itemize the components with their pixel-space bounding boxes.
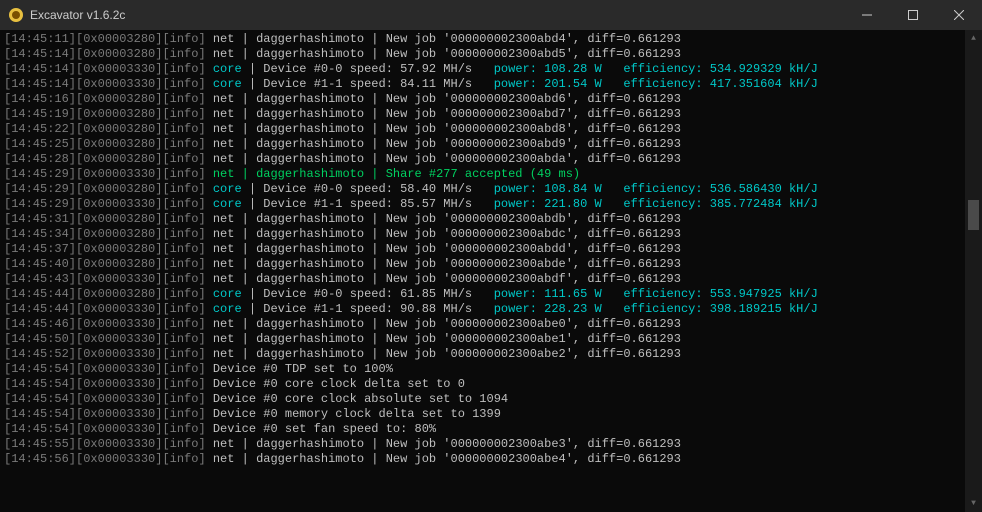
log-line: [14:45:54][0x00003330][info] Device #0 c…	[4, 377, 961, 392]
log-line: [14:45:50][0x00003330][info] net | dagge…	[4, 332, 961, 347]
app-window: Excavator v1.6.2c [14:45:11][0x00003280]…	[0, 0, 982, 512]
scroll-down-button[interactable]: ▼	[965, 495, 982, 512]
log-line: [14:45:54][0x00003330][info] Device #0 c…	[4, 392, 961, 407]
scroll-up-button[interactable]: ▲	[965, 30, 982, 47]
log-line: [14:45:14][0x00003330][info] core | Devi…	[4, 77, 961, 92]
log-line: [14:45:40][0x00003280][info] net | dagge…	[4, 257, 961, 272]
log-line: [14:45:31][0x00003280][info] net | dagge…	[4, 212, 961, 227]
close-button[interactable]	[936, 0, 982, 30]
minimize-button[interactable]	[844, 0, 890, 30]
log-line: [14:45:14][0x00003330][info] core | Devi…	[4, 62, 961, 77]
log-line: [14:45:28][0x00003280][info] net | dagge…	[4, 152, 961, 167]
window-buttons	[844, 0, 982, 30]
log-line: [14:45:56][0x00003330][info] net | dagge…	[4, 452, 961, 467]
log-line: [14:45:34][0x00003280][info] net | dagge…	[4, 227, 961, 242]
log-line: [14:45:19][0x00003280][info] net | dagge…	[4, 107, 961, 122]
log-line: [14:45:29][0x00003280][info] core | Devi…	[4, 182, 961, 197]
log-line: [14:45:22][0x00003280][info] net | dagge…	[4, 122, 961, 137]
app-icon	[8, 7, 24, 23]
scrollbar-thumb[interactable]	[968, 200, 979, 230]
log-line: [14:45:16][0x00003280][info] net | dagge…	[4, 92, 961, 107]
log-line: [14:45:43][0x00003330][info] net | dagge…	[4, 272, 961, 287]
log-line: [14:45:44][0x00003280][info] core | Devi…	[4, 287, 961, 302]
log-output[interactable]: [14:45:11][0x00003280][info] net | dagge…	[0, 30, 965, 512]
log-line: [14:45:25][0x00003280][info] net | dagge…	[4, 137, 961, 152]
log-line: [14:45:52][0x00003330][info] net | dagge…	[4, 347, 961, 362]
log-line: [14:45:55][0x00003330][info] net | dagge…	[4, 437, 961, 452]
log-line: [14:45:37][0x00003280][info] net | dagge…	[4, 242, 961, 257]
log-line: [14:45:29][0x00003330][info] net | dagge…	[4, 167, 961, 182]
titlebar[interactable]: Excavator v1.6.2c	[0, 0, 982, 30]
log-line: [14:45:11][0x00003280][info] net | dagge…	[4, 32, 961, 47]
log-line: [14:45:54][0x00003330][info] Device #0 s…	[4, 422, 961, 437]
maximize-button[interactable]	[890, 0, 936, 30]
log-line: [14:45:46][0x00003330][info] net | dagge…	[4, 317, 961, 332]
log-line: [14:45:54][0x00003330][info] Device #0 T…	[4, 362, 961, 377]
window-title: Excavator v1.6.2c	[30, 8, 125, 23]
log-line: [14:45:14][0x00003280][info] net | dagge…	[4, 47, 961, 62]
titlebar-left: Excavator v1.6.2c	[8, 7, 125, 23]
log-line: [14:45:54][0x00003330][info] Device #0 m…	[4, 407, 961, 422]
log-line: [14:45:29][0x00003330][info] core | Devi…	[4, 197, 961, 212]
window-body: [14:45:11][0x00003280][info] net | dagge…	[0, 30, 982, 512]
vertical-scrollbar[interactable]: ▲ ▼	[965, 30, 982, 512]
log-line: [14:45:44][0x00003330][info] core | Devi…	[4, 302, 961, 317]
